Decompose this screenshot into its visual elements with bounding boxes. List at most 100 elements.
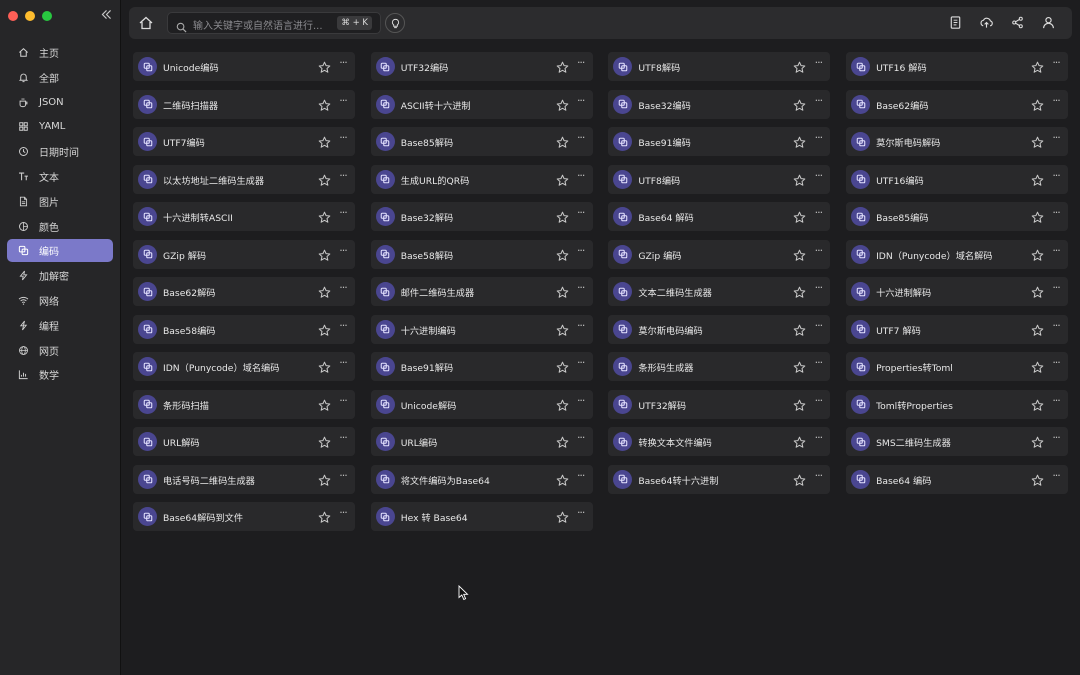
tool-card[interactable]: UTF32编码 ··· (370, 52, 593, 81)
more-options-icon[interactable]: ··· (574, 507, 588, 521)
more-options-icon[interactable]: ··· (574, 94, 588, 109)
star-icon[interactable] (556, 397, 569, 411)
more-options-icon[interactable]: ··· (336, 357, 350, 371)
more-options-icon[interactable]: ··· (574, 132, 588, 146)
tool-card[interactable]: UTF8解码 ··· (608, 52, 831, 81)
tool-card[interactable]: Properties转Toml ··· (846, 352, 1069, 381)
star-icon[interactable] (793, 97, 806, 111)
star-icon[interactable] (318, 359, 331, 373)
more-options-icon[interactable]: ··· (336, 169, 350, 184)
star-icon[interactable] (1031, 97, 1044, 111)
more-options-icon[interactable]: ··· (336, 132, 350, 146)
more-options-icon[interactable]: ··· (336, 282, 350, 296)
star-icon[interactable] (318, 134, 331, 148)
tool-card[interactable]: Base62编码 ··· (846, 89, 1069, 119)
more-options-icon[interactable]: ··· (574, 244, 588, 259)
star-icon[interactable] (318, 59, 331, 73)
more-options-icon[interactable]: ··· (811, 357, 825, 371)
cloud-upload-icon[interactable] (979, 15, 994, 30)
tool-card[interactable]: Base58解码 ··· (370, 239, 593, 269)
sidebar-item-7[interactable]: 颜色 (7, 215, 113, 238)
tool-card[interactable]: Base91编码 ··· (608, 127, 831, 156)
tool-card[interactable]: Toml转Properties ··· (846, 389, 1069, 419)
tool-card[interactable]: 文本二维码生成器 ··· (608, 277, 831, 306)
sidebar-item-11[interactable]: 编程 (7, 314, 113, 337)
tool-card[interactable]: 十六进制编码 ··· (370, 314, 593, 344)
more-options-icon[interactable]: ··· (336, 244, 350, 259)
more-options-icon[interactable]: ··· (1049, 169, 1063, 184)
more-options-icon[interactable]: ··· (574, 432, 588, 446)
tool-card[interactable]: SMS二维码生成器 ··· (846, 427, 1069, 456)
star-icon[interactable] (318, 284, 331, 298)
search-input[interactable]: 输入关键字或自然语言进行... ⌘ + K (167, 12, 381, 34)
share-icon[interactable] (1010, 15, 1025, 30)
more-options-icon[interactable]: ··· (1049, 394, 1063, 409)
minimize-window-button[interactable] (25, 11, 35, 21)
star-icon[interactable] (793, 247, 806, 261)
tool-card[interactable]: IDN（Punycode）域名编码 ··· (133, 352, 355, 381)
tool-card[interactable]: UTF16编码 ··· (846, 164, 1069, 194)
sidebar-item-13[interactable]: 数学 (7, 363, 113, 386)
tool-card[interactable]: 条形码生成器 ··· (608, 352, 831, 381)
more-options-icon[interactable]: ··· (336, 94, 350, 109)
star-icon[interactable] (556, 322, 569, 336)
star-icon[interactable] (1031, 59, 1044, 73)
more-options-icon[interactable]: ··· (574, 319, 588, 334)
more-options-icon[interactable]: ··· (574, 169, 588, 184)
tool-card[interactable]: Base62解码 ··· (133, 277, 355, 306)
more-options-icon[interactable]: ··· (336, 57, 350, 71)
more-options-icon[interactable]: ··· (811, 94, 825, 109)
tool-card[interactable]: GZip 解码 ··· (133, 239, 355, 269)
sidebar-item-8[interactable]: 编码 (7, 239, 113, 263)
star-icon[interactable] (556, 97, 569, 111)
tool-card[interactable]: Base85编码 ··· (846, 202, 1069, 231)
tool-card[interactable]: 电话号码二维码生成器 ··· (133, 464, 355, 494)
tool-card[interactable]: 莫尔斯电码编码 ··· (608, 314, 831, 344)
more-options-icon[interactable]: ··· (1049, 94, 1063, 109)
maximize-window-button[interactable] (42, 11, 52, 21)
more-options-icon[interactable]: ··· (1049, 57, 1063, 71)
sidebar-item-10[interactable]: 网络 (7, 289, 113, 312)
star-icon[interactable] (556, 59, 569, 73)
star-icon[interactable] (793, 284, 806, 298)
more-options-icon[interactable]: ··· (336, 207, 350, 221)
sidebar-item-2[interactable]: JSON (7, 91, 113, 114)
star-icon[interactable] (556, 434, 569, 448)
tool-card[interactable]: Unicode编码 ··· (133, 52, 355, 81)
tool-card[interactable]: Base32编码 ··· (608, 89, 831, 119)
tool-card[interactable]: UTF16 解码 ··· (846, 52, 1069, 81)
more-options-icon[interactable]: ··· (574, 282, 588, 296)
tool-card[interactable]: 十六进制解码 ··· (846, 277, 1069, 306)
star-icon[interactable] (793, 472, 806, 486)
more-options-icon[interactable]: ··· (1049, 319, 1063, 334)
star-icon[interactable] (318, 322, 331, 336)
tool-card[interactable]: Base32解码 ··· (370, 202, 593, 231)
more-options-icon[interactable]: ··· (811, 57, 825, 71)
tool-card[interactable]: 将文件编码为Base64 ··· (370, 464, 593, 494)
sidebar-item-12[interactable]: 网页 (7, 339, 113, 362)
more-options-icon[interactable]: ··· (811, 207, 825, 221)
star-icon[interactable] (318, 97, 331, 111)
star-icon[interactable] (1031, 172, 1044, 186)
close-window-button[interactable] (8, 11, 18, 21)
star-icon[interactable] (556, 472, 569, 486)
tool-card[interactable]: UTF7编码 ··· (133, 127, 355, 156)
more-options-icon[interactable]: ··· (811, 282, 825, 296)
tool-card[interactable]: 邮件二维码生成器 ··· (370, 277, 593, 306)
tool-card[interactable]: 莫尔斯电码解码 ··· (846, 127, 1069, 156)
star-icon[interactable] (318, 172, 331, 186)
more-options-icon[interactable]: ··· (336, 432, 350, 446)
star-icon[interactable] (556, 359, 569, 373)
star-icon[interactable] (1031, 209, 1044, 223)
star-icon[interactable] (556, 247, 569, 261)
sidebar-item-5[interactable]: 文本 (7, 165, 113, 188)
more-options-icon[interactable]: ··· (811, 244, 825, 259)
star-icon[interactable] (793, 434, 806, 448)
more-options-icon[interactable]: ··· (574, 394, 588, 409)
more-options-icon[interactable]: ··· (811, 169, 825, 184)
more-options-icon[interactable]: ··· (336, 394, 350, 409)
tool-card[interactable]: Base64解码到文件 ··· (133, 502, 355, 531)
more-options-icon[interactable]: ··· (336, 507, 350, 521)
more-options-icon[interactable]: ··· (574, 469, 588, 484)
star-icon[interactable] (318, 509, 331, 523)
